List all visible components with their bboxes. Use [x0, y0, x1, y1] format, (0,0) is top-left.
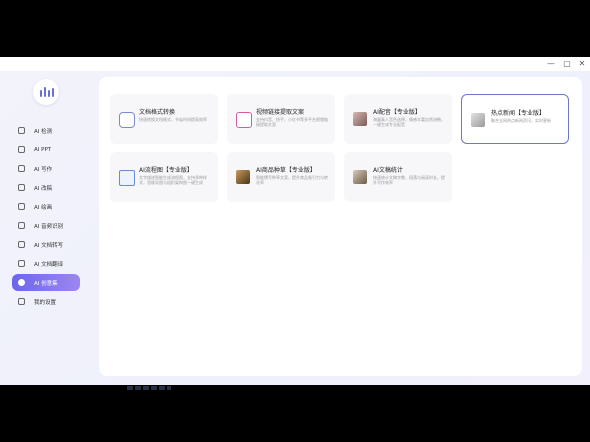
close-icon[interactable]: ✕ [577, 58, 587, 70]
sidebar-item-3[interactable]: AI 改稿 [12, 179, 80, 196]
product-photo [236, 170, 250, 184]
card-title: 视频链接提取文案 [256, 109, 305, 116]
feature-card[interactable]: AI商品种草【专业版】 智能撰写种草文案，提升商品吸引力与转化率 [227, 152, 335, 202]
video-icon [236, 112, 252, 128]
maximize-icon[interactable]: ▢ [562, 58, 572, 70]
sidebar-item-label: AI 改稿 [34, 185, 53, 192]
card-description: 快速统计文稿字数、段落与阅读时长，提升写作效率 [373, 175, 445, 185]
feature-card[interactable]: 视频链接提取文案 支持抖音、快手、小红书等多平台视频链接提取文案 [227, 94, 335, 144]
flowchart-icon [119, 170, 135, 186]
sidebar: AI 检测 AI PPT AI 写作 AI 改稿 AI 绘画 AI 音频识别 AI 文档转写… [0, 71, 92, 385]
voice-photo [353, 112, 367, 126]
sidebar-item-4[interactable]: AI 绘画 [12, 198, 80, 215]
card-title: 文档格式转换 [139, 109, 176, 116]
feature-card[interactable]: AI配音【专业版】 海量真人音色选择，情感丰富自然流畅，一键生成专业配音 [344, 94, 452, 144]
sidebar-item-1[interactable]: AI PPT [12, 141, 80, 158]
paint-icon [18, 203, 25, 210]
sidebar-item-label: AI 音频识别 [34, 223, 64, 230]
title-bar: — ▢ ✕ [0, 57, 590, 71]
translate-icon [18, 260, 25, 267]
convert-icon [119, 112, 135, 128]
idea-icon [18, 279, 25, 286]
feature-card[interactable]: 热点新闻【专业版】 聚合全网热点新闻资讯，实时更新 [461, 94, 569, 144]
settings-icon [18, 298, 25, 305]
main-panel: 文档格式转换 快速转换文档格式，节省时间提高效率 视频链接提取文案 支持抖音、快手、小… [99, 77, 582, 376]
edit-icon [18, 184, 25, 191]
card-title: 热点新闻【专业版】 [491, 110, 546, 117]
card-title: AI文稿统计 [373, 167, 403, 174]
search-doc-icon [18, 127, 25, 134]
sidebar-item-label: AI 文档翻译 [34, 261, 64, 268]
audio-icon [18, 222, 25, 229]
card-description: 文字描述智能生成流程图，支持多种样式，思维导图与组织架构图一键生成 [139, 175, 207, 185]
sidebar-item-label: 我的设置 [34, 299, 57, 306]
sidebar-item-6[interactable]: AI 文档转写 [12, 236, 80, 253]
sidebar-item-label: AI 文档转写 [34, 242, 64, 249]
ppt-icon [18, 146, 25, 153]
card-description: 快速转换文档格式，节省时间提高效率 [139, 117, 207, 122]
card-description: 海量真人音色选择，情感丰富自然流畅，一键生成专业配音 [373, 117, 445, 127]
feature-card[interactable]: 文档格式转换 快速转换文档格式，节省时间提高效率 [110, 94, 218, 144]
app-logo [33, 79, 59, 105]
sidebar-item-label: AI 检测 [34, 128, 53, 135]
app-window: — ▢ ✕ AI 检测 AI PPT AI 写作 AI 改稿 AI 绘画 AI 音频识别 A… [0, 57, 590, 385]
transcribe-icon [18, 241, 25, 248]
card-title: AI配音【专业版】 [373, 109, 421, 116]
card-description: 支持抖音、快手、小红书等多平台视频链接提取文案 [256, 117, 328, 127]
sidebar-item-9[interactable]: 我的设置 [12, 293, 80, 310]
card-description: 智能撰写种草文案，提升商品吸引力与转化率 [256, 175, 328, 185]
sidebar-item-2[interactable]: AI 写作 [12, 160, 80, 177]
sidebar-item-label: AI PPT [34, 146, 52, 153]
sidebar-item-5[interactable]: AI 音频识别 [12, 217, 80, 234]
sidebar-item-0[interactable]: AI 检测 [12, 122, 80, 139]
stats-photo [353, 170, 367, 184]
sidebar-item-label: AI 写作 [34, 166, 53, 173]
taskbar-strip [127, 386, 171, 390]
minimize-icon[interactable]: — [546, 58, 556, 70]
pen-icon [18, 165, 25, 172]
sidebar-item-label: AI 绘画 [34, 204, 53, 211]
news-photo [471, 113, 485, 127]
sidebar-item-8[interactable]: AI 创意集 [12, 274, 80, 291]
card-title: AI商品种草【专业版】 [256, 167, 316, 174]
card-description: 聚合全网热点新闻资讯，实时更新 [491, 118, 551, 123]
card-title: AI流程图【专业版】 [139, 167, 193, 174]
feature-card[interactable]: AI流程图【专业版】 文字描述智能生成流程图，支持多种样式，思维导图与组织架构图一… [110, 152, 218, 202]
feature-card[interactable]: AI文稿统计 快速统计文稿字数、段落与阅读时长，提升写作效率 [344, 152, 452, 202]
sidebar-item-7[interactable]: AI 文档翻译 [12, 255, 80, 272]
sidebar-item-label: AI 创意集 [34, 280, 58, 287]
